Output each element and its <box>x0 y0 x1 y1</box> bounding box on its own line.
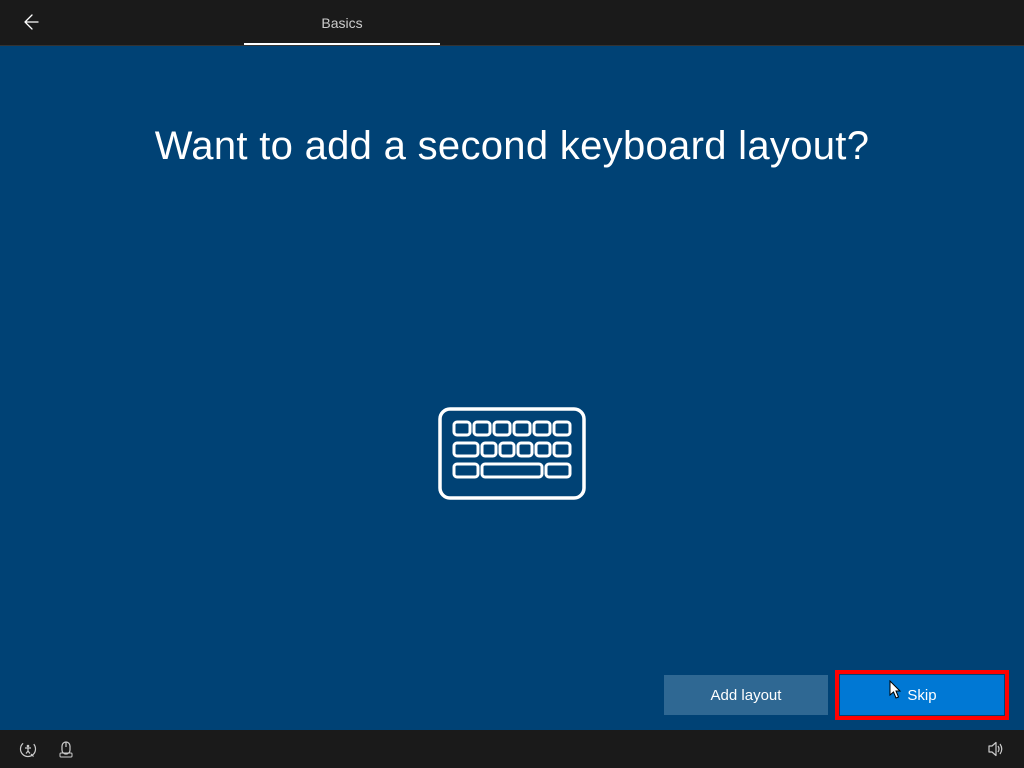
ease-of-access-icon <box>19 740 37 758</box>
page-heading: Want to add a second keyboard layout? <box>0 124 1024 169</box>
bottom-bar <box>0 730 1024 768</box>
tab-label: Basics <box>244 15 440 43</box>
add-layout-button[interactable]: Add layout <box>664 675 828 715</box>
button-row: Add layout Skip <box>664 675 1004 715</box>
volume-icon <box>987 740 1005 758</box>
mouse-icon <box>57 740 75 758</box>
main-content: Want to add a second keyboard layout? Ad… <box>0 46 1024 730</box>
back-arrow-icon <box>20 12 40 32</box>
top-bar: Basics <box>0 0 1024 45</box>
skip-button-label: Skip <box>907 687 936 704</box>
volume-button[interactable] <box>982 735 1010 763</box>
tab-basics[interactable]: Basics <box>244 0 440 45</box>
ease-of-access-button[interactable] <box>14 735 42 763</box>
back-button[interactable] <box>18 10 42 34</box>
keyboard-icon <box>437 406 587 506</box>
skip-button[interactable]: Skip <box>840 675 1004 715</box>
input-method-button[interactable] <box>52 735 80 763</box>
